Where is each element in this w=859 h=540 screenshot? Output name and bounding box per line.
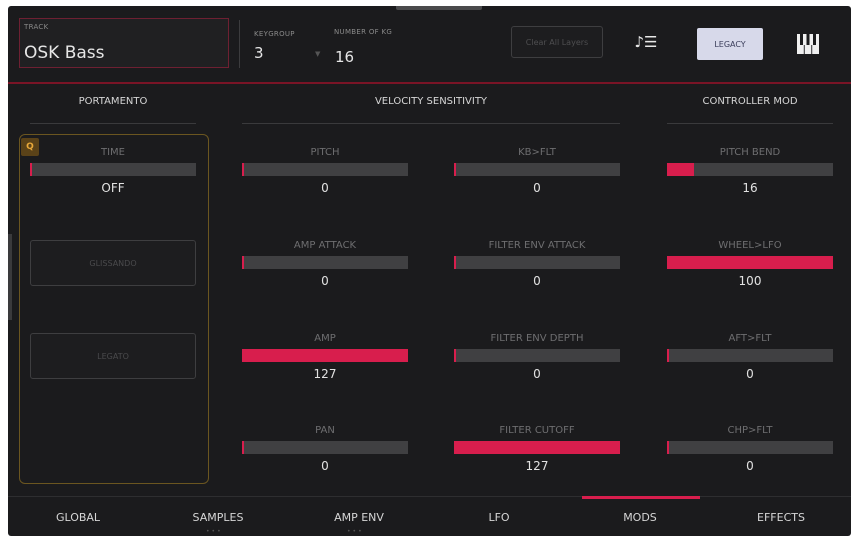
param-value: 127 bbox=[525, 459, 549, 473]
param-label: FILTER ENV ATTACK bbox=[488, 240, 586, 251]
param-slider[interactable] bbox=[30, 163, 196, 176]
portamento-heading-line bbox=[30, 123, 196, 124]
param-label: PAN bbox=[315, 425, 335, 436]
param-value: 0 bbox=[533, 367, 541, 381]
number-of-kg-label: NUMBER OF KG bbox=[334, 28, 393, 36]
track-label: TRACK bbox=[24, 23, 49, 31]
top-drawer-handle[interactable] bbox=[396, 6, 482, 10]
side-drawer-handle[interactable] bbox=[8, 234, 12, 320]
clear-all-layers-button[interactable]: Clear All Layers bbox=[511, 26, 603, 58]
track-selector[interactable]: TRACK OSK Bass bbox=[19, 18, 229, 68]
param-value: 0 bbox=[533, 274, 541, 288]
param-value: 0 bbox=[533, 181, 541, 195]
controller-heading-line bbox=[667, 123, 833, 124]
param-slider[interactable] bbox=[242, 441, 408, 454]
param-label: KB>FLT bbox=[518, 147, 556, 158]
tab-effects[interactable]: EFFECTS bbox=[711, 498, 851, 536]
legato-button[interactable]: Legato bbox=[30, 333, 196, 379]
note-list-icon[interactable]: ♪☰ bbox=[631, 30, 661, 54]
param-label: AMP bbox=[314, 333, 336, 344]
tab-lfo[interactable]: LFO bbox=[429, 498, 569, 536]
param-label: PITCH bbox=[310, 147, 340, 158]
param-value: 0 bbox=[746, 459, 754, 473]
keygroup-dropdown-icon: ▼ bbox=[315, 50, 321, 58]
velocity-heading-line bbox=[242, 123, 620, 124]
param-slider[interactable] bbox=[242, 349, 408, 362]
param-label: AMP ATTACK bbox=[293, 240, 357, 251]
param-slider[interactable] bbox=[454, 163, 620, 176]
param-slider[interactable] bbox=[667, 349, 833, 362]
mods-screen: TRACK OSK Bass KEYGROUP 3 ▼ NUMBER OF KG… bbox=[8, 6, 851, 536]
param-fill bbox=[667, 163, 694, 176]
param-label: WHEEL>LFO bbox=[718, 240, 782, 251]
header-divider bbox=[8, 82, 851, 84]
param-label: FILTER ENV DEPTH bbox=[490, 333, 584, 344]
velocity-heading: VELOCITY SENSITIVITY bbox=[374, 96, 488, 107]
param-fill bbox=[454, 441, 620, 454]
track-name: OSK Bass bbox=[24, 43, 105, 63]
tab-mods-active-indicator bbox=[582, 496, 700, 499]
tab-samples-dots-icon: ••• bbox=[206, 528, 223, 535]
param-label: FILTER CUTOFF bbox=[499, 425, 575, 436]
param-kb-flt[interactable]: KB>FLT 0 bbox=[454, 146, 620, 195]
param-value: OFF bbox=[101, 181, 125, 195]
tab-amp-env-dots-icon: ••• bbox=[347, 528, 364, 535]
param-pitch-bend[interactable]: PITCH BEND 16 bbox=[667, 146, 833, 195]
tab-mods[interactable]: MODS bbox=[570, 498, 710, 536]
param-slider[interactable] bbox=[667, 441, 833, 454]
param-pitch[interactable]: PITCH 0 bbox=[242, 146, 408, 195]
param-slider[interactable] bbox=[667, 256, 833, 269]
param-wheel-lfo[interactable]: WHEEL>LFO 100 bbox=[667, 239, 833, 288]
tab-global[interactable]: GLOBAL bbox=[8, 498, 148, 536]
param-time[interactable]: TIME OFF bbox=[30, 146, 196, 195]
param-slider[interactable] bbox=[242, 256, 408, 269]
legacy-button[interactable]: LEGACY bbox=[697, 28, 763, 60]
param-slider[interactable] bbox=[454, 441, 620, 454]
glissando-button[interactable]: Glissando bbox=[30, 240, 196, 286]
param-label: CHP>FLT bbox=[727, 425, 773, 436]
portamento-heading: PORTAMENTO bbox=[78, 96, 148, 107]
param-value: 0 bbox=[321, 459, 329, 473]
param-fill bbox=[242, 349, 408, 362]
param-value: 100 bbox=[738, 274, 762, 288]
param-slider[interactable] bbox=[667, 163, 833, 176]
header-separator bbox=[239, 20, 240, 68]
param-label: AFT>FLT bbox=[728, 333, 772, 344]
param-label: TIME bbox=[100, 147, 125, 158]
keygroup-label: KEYGROUP bbox=[254, 30, 295, 38]
param-filter-env-depth[interactable]: FILTER ENV DEPTH 0 bbox=[454, 332, 620, 381]
keygroup-value[interactable]: 3 bbox=[254, 44, 264, 62]
tab-bar-divider bbox=[8, 496, 851, 497]
number-of-kg-value[interactable]: 16 bbox=[335, 48, 354, 66]
param-slider[interactable] bbox=[454, 349, 620, 362]
param-filter-env-attack[interactable]: FILTER ENV ATTACK 0 bbox=[454, 239, 620, 288]
param-label: PITCH BEND bbox=[719, 147, 781, 158]
piano-keys-icon[interactable] bbox=[792, 28, 824, 60]
param-slider[interactable] bbox=[242, 163, 408, 176]
param-amp[interactable]: AMP 127 bbox=[242, 332, 408, 381]
param-slider[interactable] bbox=[454, 256, 620, 269]
param-value: 0 bbox=[746, 367, 754, 381]
param-aft-flt[interactable]: AFT>FLT 0 bbox=[667, 332, 833, 381]
param-amp-attack[interactable]: AMP ATTACK 0 bbox=[242, 239, 408, 288]
param-filter-cutoff[interactable]: FILTER CUTOFF 127 bbox=[454, 424, 620, 473]
param-value: 0 bbox=[321, 274, 329, 288]
param-value: 0 bbox=[321, 181, 329, 195]
param-fill bbox=[667, 256, 833, 269]
param-value: 16 bbox=[742, 181, 758, 195]
param-pan[interactable]: PAN 0 bbox=[242, 424, 408, 473]
controller-heading: CONTROLLER MOD bbox=[702, 96, 798, 107]
param-chp-flt[interactable]: CHP>FLT 0 bbox=[667, 424, 833, 473]
param-value: 127 bbox=[313, 367, 337, 381]
